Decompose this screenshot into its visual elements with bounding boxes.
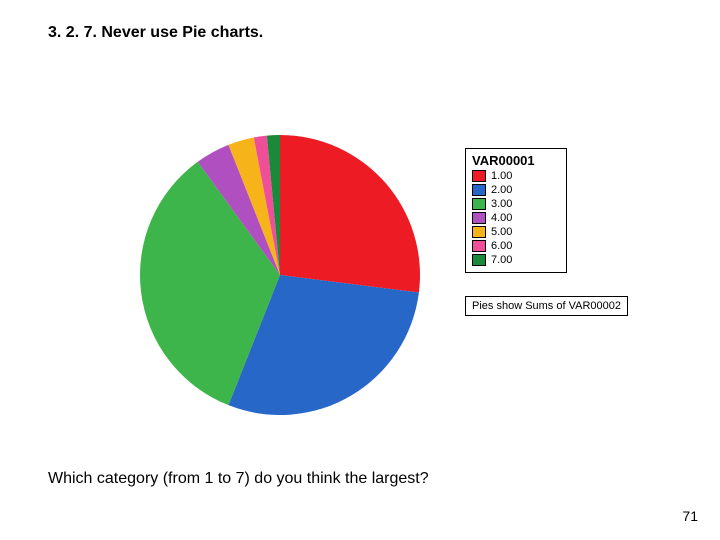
slide: 3. 2. 7. Never use Pie charts. VAR00001 … xyxy=(0,0,720,540)
legend-item: 4.00 xyxy=(472,212,560,224)
legend-label: 3.00 xyxy=(491,198,512,210)
legend-swatch xyxy=(472,184,486,196)
section-heading: 3. 2. 7. Never use Pie charts. xyxy=(48,24,263,42)
legend-item: 2.00 xyxy=(472,184,560,196)
legend-item: 7.00 xyxy=(472,254,560,266)
legend-label: 6.00 xyxy=(491,240,512,252)
legend-label: 5.00 xyxy=(491,226,512,238)
legend-item: 3.00 xyxy=(472,198,560,210)
page-number: 71 xyxy=(682,508,698,524)
pie-chart xyxy=(130,125,430,425)
legend-swatch xyxy=(472,212,486,224)
legend-label: 2.00 xyxy=(491,184,512,196)
legend-label: 4.00 xyxy=(491,212,512,224)
legend-item: 6.00 xyxy=(472,240,560,252)
legend-swatch xyxy=(472,198,486,210)
pie-slice xyxy=(280,135,420,293)
question-text: Which category (from 1 to 7) do you thin… xyxy=(48,470,429,488)
legend-label: 7.00 xyxy=(491,254,512,266)
legend-swatch xyxy=(472,226,486,238)
legend: VAR00001 1.00 2.00 3.00 4.00 5.00 6.00 7.00 xyxy=(465,148,567,273)
legend-item: 5.00 xyxy=(472,226,560,238)
legend-label: 1.00 xyxy=(491,170,512,182)
legend-swatch xyxy=(472,170,486,182)
legend-swatch xyxy=(472,240,486,252)
legend-swatch xyxy=(472,254,486,266)
legend-item: 1.00 xyxy=(472,170,560,182)
legend-note: Pies show Sums of VAR00002 xyxy=(465,296,628,316)
legend-title: VAR00001 xyxy=(472,153,560,168)
